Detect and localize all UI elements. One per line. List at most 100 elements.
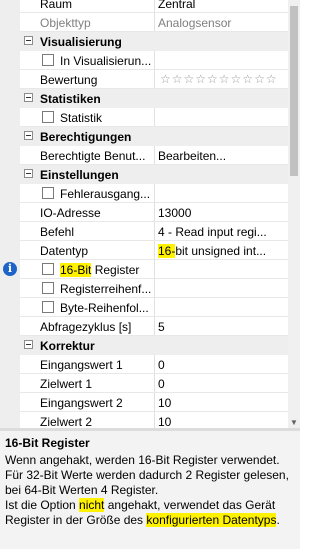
property-value[interactable]: Zentral	[158, 0, 286, 11]
category-header[interactable]: Einstellungen	[20, 165, 288, 184]
property-name: Registerreihenf...	[60, 282, 152, 296]
category-header[interactable]: Visualisierung	[20, 32, 288, 51]
category-label: Einstellungen	[40, 168, 119, 182]
property-row[interactable]: Registerreihenf...	[0, 279, 288, 298]
category-label: Korrektur	[40, 339, 95, 353]
column-divider	[154, 298, 155, 317]
column-divider	[154, 203, 155, 222]
column-divider	[154, 146, 155, 165]
property-name: Zielwert 1	[40, 377, 93, 391]
property-row[interactable]: Statistik	[0, 108, 288, 127]
category-berechtigungen[interactable]: Berechtigungen	[0, 127, 288, 146]
property-row[interactable]: Datentyp 16-bit unsigned int...	[0, 241, 288, 260]
collapse-icon[interactable]	[24, 131, 33, 140]
column-divider	[154, 70, 155, 89]
description-line-2: Ist die Option nicht angehakt, verwendet…	[5, 498, 280, 527]
rating-stars-icon[interactable]: ☆☆☆☆☆☆☆☆☆☆	[160, 72, 278, 86]
column-divider	[154, 374, 155, 393]
property-row[interactable]: Byte-Reihenfol...	[0, 298, 288, 317]
description-line-1: Wenn angehakt, werden 16-Bit Register ve…	[5, 453, 289, 497]
column-divider	[154, 317, 155, 336]
property-name: IO-Adresse	[40, 206, 101, 220]
highlight-konfigurierten-datentyps: konfigurierten Datentyps	[146, 513, 277, 527]
checkbox[interactable]	[42, 187, 54, 199]
column-divider	[154, 260, 155, 279]
column-divider	[154, 279, 155, 298]
property-value[interactable]: Bearbeiten...	[158, 149, 286, 163]
category-header[interactable]: Statistiken	[20, 89, 288, 108]
column-divider	[154, 222, 155, 241]
property-row[interactable]: IO-Adresse 13000	[0, 203, 288, 222]
description-text: Wenn angehakt, werden 16-Bit Register ve…	[5, 453, 297, 528]
property-value[interactable]: 13000	[158, 206, 286, 220]
property-name: Statistik	[60, 111, 103, 125]
property-name: Objekttyp	[40, 16, 91, 30]
category-label: Berechtigungen	[40, 130, 132, 144]
category-header[interactable]: Berechtigungen	[20, 127, 288, 146]
property-row[interactable]: Abfragezyklus [s] 5	[0, 317, 288, 336]
scrollbar-thumb[interactable]	[290, 6, 298, 176]
property-name: Abfragezyklus [s]	[40, 320, 132, 334]
property-name: In Visualisierun...	[60, 54, 152, 68]
property-row[interactable]: Eingangswert 1 0	[0, 355, 288, 374]
checkbox[interactable]	[42, 301, 54, 313]
property-name: Eingangswert 1	[40, 358, 123, 372]
category-visualisierung[interactable]: Visualisierung	[0, 32, 288, 51]
property-value[interactable]: Analogsensor	[158, 16, 286, 30]
property-row[interactable]: Fehlerausgang...	[0, 184, 288, 203]
checkbox[interactable]	[42, 263, 54, 275]
column-divider	[154, 108, 155, 127]
category-label: Statistiken	[40, 92, 101, 106]
property-row[interactable]: Raum Zentral	[0, 0, 288, 13]
collapse-icon[interactable]	[24, 169, 33, 178]
checkbox[interactable]	[42, 282, 54, 294]
property-row[interactable]: Objekttyp Analogsensor	[0, 13, 288, 32]
property-name: 16-Bit Register	[60, 263, 140, 277]
property-name: Zielwert 2	[40, 415, 93, 428]
property-value[interactable]: 5	[158, 320, 286, 334]
property-grid: Raum Zentral Objekttyp Analogsensor Visualis…	[0, 0, 288, 428]
property-value[interactable]: 4 - Read input regi...	[158, 225, 286, 239]
collapse-icon[interactable]	[24, 340, 33, 349]
property-row[interactable]: Zielwert 2 10	[0, 412, 288, 428]
property-row[interactable]: Berechtigte Benut... Bearbeiten...	[0, 146, 288, 165]
column-divider	[154, 184, 155, 203]
column-divider	[154, 241, 155, 260]
property-value[interactable]: 16-bit unsigned int...	[158, 244, 286, 258]
collapse-icon[interactable]	[24, 36, 33, 45]
collapse-icon[interactable]	[24, 93, 33, 102]
description-panel: 16-Bit Register Wenn angehakt, werden 16…	[0, 431, 300, 549]
checkbox[interactable]	[42, 111, 54, 123]
column-divider	[154, 355, 155, 374]
category-header[interactable]: Korrektur	[20, 336, 288, 355]
property-name: Berechtigte Benut...	[40, 149, 146, 163]
property-row[interactable]: Befehl 4 - Read input regi...	[0, 222, 288, 241]
column-divider	[154, 13, 155, 32]
property-row[interactable]: In Visualisierun...	[0, 51, 288, 70]
property-value[interactable]: 10	[158, 396, 286, 410]
grid-scrollbar[interactable]: ▼	[288, 0, 300, 428]
checkbox[interactable]	[42, 54, 54, 66]
property-value[interactable]: 0	[158, 358, 286, 372]
category-korrektur[interactable]: Korrektur	[0, 336, 288, 355]
property-name: Datentyp	[40, 244, 89, 258]
column-divider	[154, 51, 155, 70]
column-divider	[154, 393, 155, 412]
property-value[interactable]: 0	[158, 377, 286, 391]
property-row[interactable]: i 16-Bit Register	[0, 260, 288, 279]
category-label: Visualisierung	[40, 35, 122, 49]
category-statistiken[interactable]: Statistiken	[0, 89, 288, 108]
description-title: 16-Bit Register	[5, 436, 90, 450]
category-einstellungen[interactable]: Einstellungen	[0, 165, 288, 184]
property-row[interactable]: Bewertung ☆☆☆☆☆☆☆☆☆☆	[0, 70, 288, 89]
highlight-nicht: nicht	[79, 498, 105, 512]
property-name: Raum	[40, 0, 73, 11]
property-row[interactable]: Eingangswert 2 10	[0, 393, 288, 412]
property-value[interactable]: 10	[158, 415, 286, 428]
property-name: Befehl	[40, 225, 75, 239]
property-name: Bewertung	[40, 73, 98, 87]
property-name: Byte-Reihenfol...	[60, 301, 149, 315]
scroll-down-icon[interactable]: ▼	[288, 418, 300, 428]
property-row[interactable]: Zielwert 1 0	[0, 374, 288, 393]
info-icon: i	[3, 262, 17, 276]
